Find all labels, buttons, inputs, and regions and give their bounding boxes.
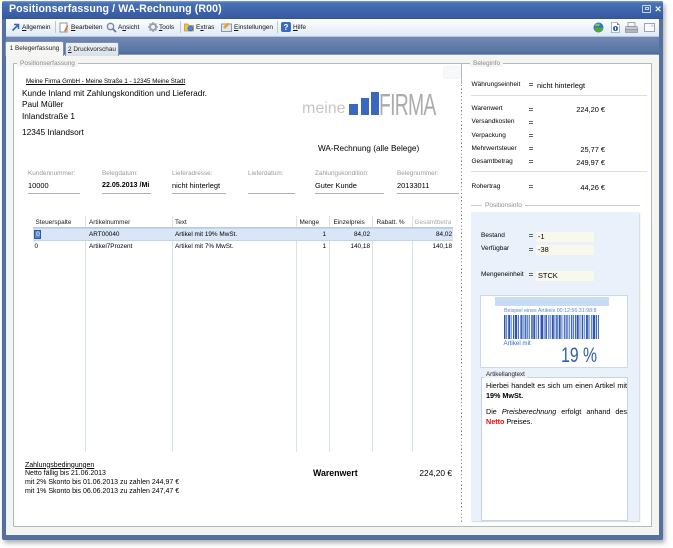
svg-text:?: ? <box>284 23 289 32</box>
